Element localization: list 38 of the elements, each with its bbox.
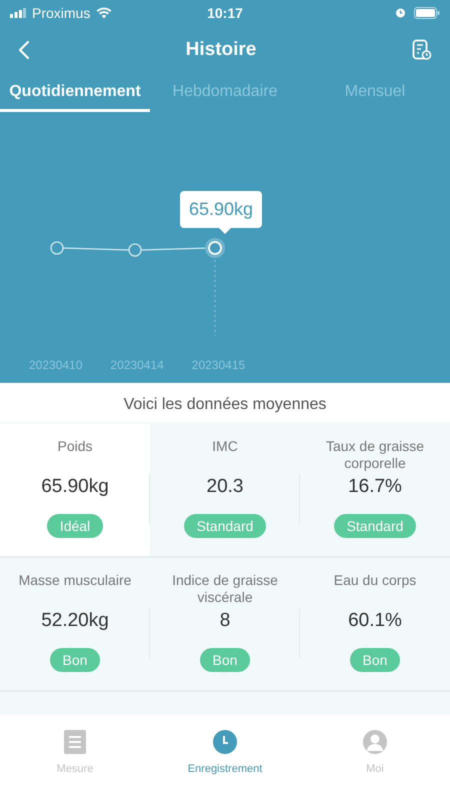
metric-label: Poids xyxy=(56,438,94,455)
selected-data-point[interactable] xyxy=(205,238,225,258)
clock-time: 10:17 xyxy=(207,4,243,20)
wifi-icon xyxy=(96,6,112,18)
status-badge: Standard xyxy=(184,514,266,538)
metric-value: 65.90kg xyxy=(41,476,109,498)
list-icon xyxy=(64,730,86,754)
date-label: 20230410 xyxy=(29,358,82,372)
metric-label: Masse musculaire xyxy=(18,572,132,589)
status-badge: Bon xyxy=(200,648,250,672)
metric-label: Taux de graisse corporelle xyxy=(324,438,426,472)
carrier-name: Proximus xyxy=(32,4,90,20)
alarm-icon xyxy=(395,7,406,18)
status-badge: Standard xyxy=(334,514,416,538)
clock-icon xyxy=(213,730,237,754)
metric-label: Indice de graisse viscérale xyxy=(171,572,279,606)
metric-value: 60.1% xyxy=(348,610,402,632)
data-point[interactable] xyxy=(128,243,142,257)
metric-card[interactable]: Poids 65.90kg Idéal xyxy=(0,424,150,558)
metric-value: 8 xyxy=(220,610,230,632)
metric-label: IMC xyxy=(211,438,239,455)
status-badge: Idéal xyxy=(46,514,104,538)
date-label: 20230414 xyxy=(110,358,164,372)
status-badge: Bon xyxy=(350,648,400,672)
data-point[interactable] xyxy=(50,241,64,255)
metric-value: 20.3 xyxy=(206,476,244,498)
metric-value: 16.7% xyxy=(348,476,402,498)
page-title: Histoire xyxy=(186,39,256,61)
metric-value: 52.20kg xyxy=(41,610,109,632)
signal-icon xyxy=(10,8,26,18)
tooltip-pointer-icon xyxy=(219,228,231,234)
value-tooltip: 65.90kg xyxy=(180,191,262,228)
date-label: 20230415 xyxy=(192,358,246,372)
battery-icon xyxy=(414,6,440,18)
status-badge: Bon xyxy=(50,648,100,672)
metric-label: Eau du corps xyxy=(332,572,418,589)
person-icon xyxy=(363,730,387,754)
summary-heading: Voici les données moyennes xyxy=(122,395,328,415)
